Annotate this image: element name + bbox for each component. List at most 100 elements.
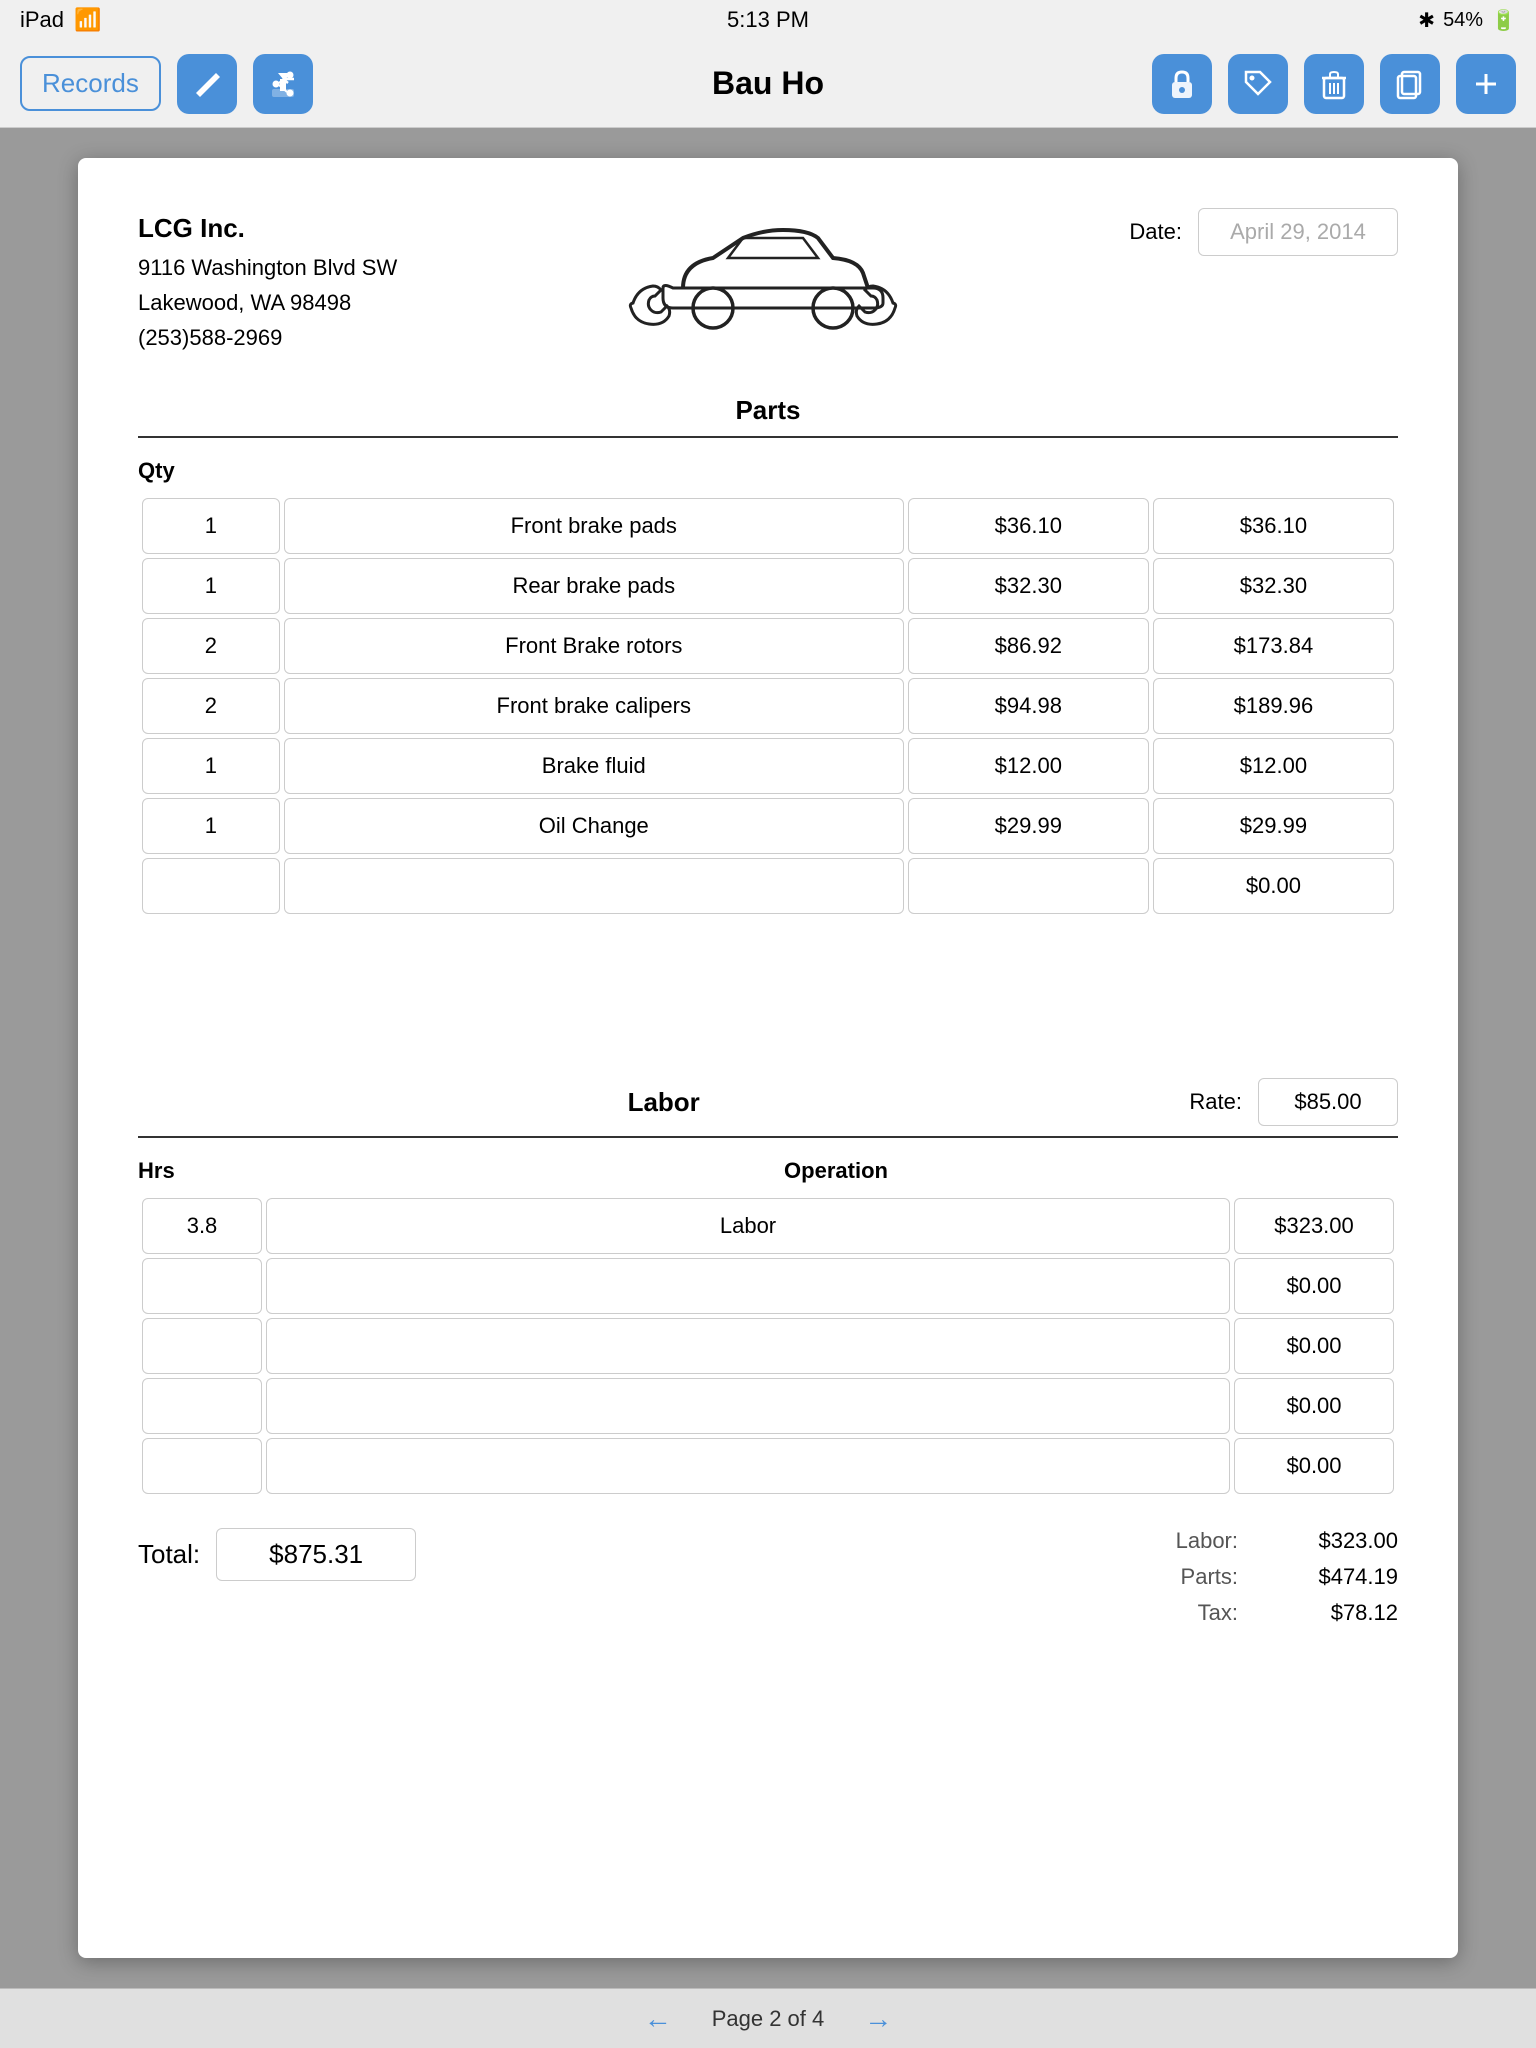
labor-section-title: Labor <box>138 1087 1189 1118</box>
parts-row[interactable]: 2 Front brake calipers $94.98 $189.96 <box>142 678 1394 734</box>
part-total-5: $29.99 <box>1153 798 1394 854</box>
part-price-5[interactable]: $29.99 <box>908 798 1149 854</box>
nav-bar: Records Bau Ho <box>0 40 1536 128</box>
part-price-1[interactable]: $32.30 <box>908 558 1149 614</box>
parts-row[interactable]: 1 Front brake pads $36.10 $36.10 <box>142 498 1394 554</box>
part-qty-6[interactable] <box>142 858 280 914</box>
part-total-2: $173.84 <box>1153 618 1394 674</box>
tax-total-label: Tax: <box>1158 1600 1238 1626</box>
status-right: ✱ 54% 🔋 <box>1418 8 1516 33</box>
status-bar: iPad 📶 5:13 PM ✱ 54% 🔋 <box>0 0 1536 40</box>
total-label: Total: <box>138 1539 200 1570</box>
part-qty-1[interactable]: 1 <box>142 558 280 614</box>
company-info: LCG Inc. 9116 Washington Blvd SW Lakewoo… <box>138 208 397 355</box>
lock-button[interactable] <box>1152 54 1212 114</box>
battery-icon: 🔋 <box>1491 8 1516 33</box>
rate-value[interactable]: $85.00 <box>1258 1078 1398 1126</box>
company-phone: (253)588-2969 <box>138 320 397 355</box>
labor-amt-4: $0.00 <box>1234 1438 1394 1494</box>
tag-button[interactable] <box>1228 54 1288 114</box>
part-qty-0[interactable]: 1 <box>142 498 280 554</box>
parts-row[interactable]: 1 Brake fluid $12.00 $12.00 <box>142 738 1394 794</box>
prev-page-button[interactable]: ← <box>644 2003 672 2035</box>
part-qty-3[interactable]: 2 <box>142 678 280 734</box>
trash-button[interactable] <box>1304 54 1364 114</box>
parts-row[interactable]: 1 Oil Change $29.99 $29.99 <box>142 798 1394 854</box>
labor-row[interactable]: $0.00 <box>142 1378 1394 1434</box>
next-page-button[interactable]: → <box>864 2003 892 2035</box>
part-price-0[interactable]: $36.10 <box>908 498 1149 554</box>
labor-hrs-0[interactable]: 3.8 <box>142 1198 262 1254</box>
copy-button[interactable] <box>1380 54 1440 114</box>
labor-op-0[interactable]: Labor <box>266 1198 1230 1254</box>
edit-button[interactable] <box>177 54 237 114</box>
part-qty-4[interactable]: 1 <box>142 738 280 794</box>
add-button[interactable] <box>1456 54 1516 114</box>
device-label: iPad <box>20 7 64 33</box>
nav-title: Bau Ho <box>712 65 824 102</box>
labor-hrs-2[interactable] <box>142 1318 262 1374</box>
part-desc-6[interactable] <box>284 858 904 914</box>
labor-hrs-1[interactable] <box>142 1258 262 1314</box>
parts-divider <box>138 436 1398 438</box>
parts-row[interactable]: $0.00 <box>142 858 1394 914</box>
labor-row[interactable]: $0.00 <box>142 1438 1394 1494</box>
part-total-3: $189.96 <box>1153 678 1394 734</box>
part-total-0: $36.10 <box>1153 498 1394 554</box>
pagination-label: Page 2 of 4 <box>712 2006 825 2032</box>
labor-op-3[interactable] <box>266 1378 1230 1434</box>
parts-table: 1 Front brake pads $36.10 $36.10 1 Rear … <box>138 494 1398 918</box>
bottom-bar: ← Page 2 of 4 → <box>0 1988 1536 2048</box>
parts-row[interactable]: 1 Rear brake pads $32.30 $32.30 <box>142 558 1394 614</box>
part-total-4: $12.00 <box>1153 738 1394 794</box>
labor-op-4[interactable] <box>266 1438 1230 1494</box>
part-desc-4[interactable]: Brake fluid <box>284 738 904 794</box>
part-qty-5[interactable]: 1 <box>142 798 280 854</box>
part-total-1: $32.30 <box>1153 558 1394 614</box>
part-qty-2[interactable]: 2 <box>142 618 280 674</box>
labor-row[interactable]: $0.00 <box>142 1258 1394 1314</box>
tax-total-value: $78.12 <box>1258 1600 1398 1626</box>
labor-amt-3: $0.00 <box>1234 1378 1394 1434</box>
car-logo <box>437 208 1089 338</box>
labor-row[interactable]: $0.00 <box>142 1318 1394 1374</box>
labor-op-2[interactable] <box>266 1318 1230 1374</box>
total-value[interactable]: $875.31 <box>216 1528 416 1581</box>
labor-table: 3.8 Labor $323.00 $0.00 $0.00 $0.00 $0.0… <box>138 1194 1398 1498</box>
labor-hrs-label: Hrs <box>138 1158 258 1184</box>
date-section: Date: April 29, 2014 <box>1129 208 1398 256</box>
status-time: 5:13 PM <box>727 7 809 33</box>
date-label: Date: <box>1129 219 1182 245</box>
labor-total-value: $323.00 <box>1258 1528 1398 1554</box>
tax-total-row: Tax: $78.12 <box>1158 1600 1398 1626</box>
labor-col-headers: Hrs Operation <box>138 1158 1398 1184</box>
status-left: iPad 📶 <box>20 7 101 33</box>
labor-op-1[interactable] <box>266 1258 1230 1314</box>
total-left: Total: $875.31 <box>138 1528 416 1581</box>
part-price-3[interactable]: $94.98 <box>908 678 1149 734</box>
labor-row[interactable]: 3.8 Labor $323.00 <box>142 1198 1394 1254</box>
part-price-4[interactable]: $12.00 <box>908 738 1149 794</box>
part-desc-0[interactable]: Front brake pads <box>284 498 904 554</box>
records-button[interactable]: Records <box>20 56 161 111</box>
battery-label: 54% <box>1443 9 1483 32</box>
parts-row[interactable]: 2 Front Brake rotors $86.92 $173.84 <box>142 618 1394 674</box>
part-desc-3[interactable]: Front brake calipers <box>284 678 904 734</box>
spacer <box>138 938 1398 1018</box>
labor-hrs-3[interactable] <box>142 1378 262 1434</box>
main-content: LCG Inc. 9116 Washington Blvd SW Lakewoo… <box>0 128 1536 1988</box>
labor-amt-0: $323.00 <box>1234 1198 1394 1254</box>
part-desc-2[interactable]: Front Brake rotors <box>284 618 904 674</box>
share-button[interactable] <box>253 54 313 114</box>
part-desc-5[interactable]: Oil Change <box>284 798 904 854</box>
labor-total-row: Labor: $323.00 <box>1158 1528 1398 1554</box>
part-price-6[interactable] <box>908 858 1149 914</box>
company-name: LCG Inc. <box>138 208 397 250</box>
part-desc-1[interactable]: Rear brake pads <box>284 558 904 614</box>
labor-hrs-4[interactable] <box>142 1438 262 1494</box>
labor-rate: Rate: $85.00 <box>1189 1078 1398 1126</box>
labor-op-label: Operation <box>274 1158 1398 1184</box>
qty-label: Qty <box>138 458 1398 484</box>
date-value[interactable]: April 29, 2014 <box>1198 208 1398 256</box>
part-price-2[interactable]: $86.92 <box>908 618 1149 674</box>
